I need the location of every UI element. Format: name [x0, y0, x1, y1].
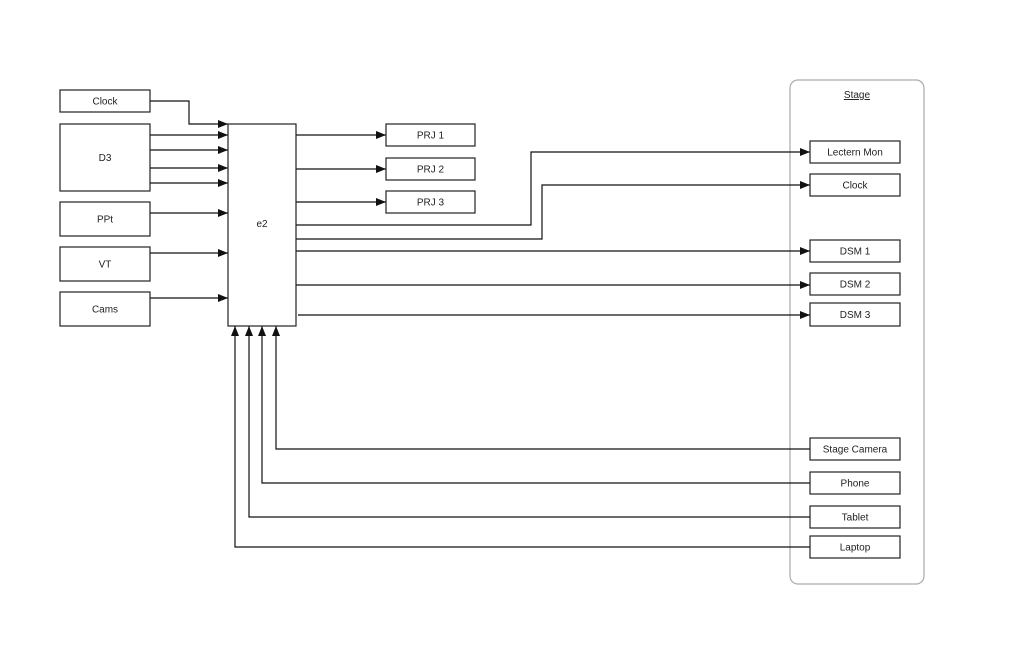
connector-phone-to-e2 — [258, 326, 810, 484]
node-label: PRJ 1 — [417, 131, 445, 142]
node-label: DSM 1 — [840, 247, 871, 258]
node-lectern[interactable]: Lectern Mon — [809, 140, 901, 164]
node-label: DSM 2 — [840, 280, 871, 291]
signal-flow-diagram: Stage Clock D3 PPt VT Cams e2 PRJ 1 PRJ 2 PRJ 3 L… — [59, 79, 925, 585]
node-stage-camera[interactable]: Stage Camera — [809, 437, 901, 461]
node-vt[interactable]: VT — [59, 246, 151, 282]
node-d3[interactable]: D3 — [59, 123, 151, 192]
node-phone[interactable]: Phone — [809, 471, 901, 495]
node-label: Laptop — [840, 543, 871, 554]
stage-title: Stage — [844, 90, 871, 101]
node-label: Phone — [841, 479, 870, 490]
node-label: Clock — [92, 97, 118, 108]
node-prj3[interactable]: PRJ 3 — [385, 190, 476, 214]
node-label: e2 — [256, 219, 268, 230]
node-dsm1[interactable]: DSM 1 — [809, 239, 901, 263]
connector-laptop-to-e2 — [231, 326, 810, 548]
node-label: VT — [99, 260, 112, 271]
node-label: PRJ 3 — [417, 198, 445, 209]
node-label: DSM 3 — [840, 310, 871, 321]
node-e2[interactable]: e2 — [227, 123, 297, 327]
node-label: Cams — [92, 305, 118, 316]
node-label: Stage Camera — [823, 445, 888, 456]
node-label: PPt — [97, 215, 113, 226]
node-laptop[interactable]: Laptop — [809, 535, 901, 559]
node-label: PRJ 2 — [417, 165, 445, 176]
connector-stage-camera-to-e2 — [272, 326, 810, 450]
node-clock-src[interactable]: Clock — [59, 89, 151, 113]
node-label: Lectern Mon — [827, 148, 883, 159]
node-label: Tablet — [842, 513, 869, 524]
node-tablet[interactable]: Tablet — [809, 505, 901, 529]
node-prj2[interactable]: PRJ 2 — [385, 157, 476, 181]
node-dsm3[interactable]: DSM 3 — [809, 302, 901, 327]
node-prj1[interactable]: PRJ 1 — [385, 123, 476, 147]
node-ppt[interactable]: PPt — [59, 201, 151, 237]
node-label: Clock — [842, 181, 868, 192]
connector-e2-to-clock-stage — [296, 181, 810, 240]
connector-tablet-to-e2 — [245, 326, 810, 518]
node-clock-stage[interactable]: Clock — [809, 173, 901, 197]
node-label: D3 — [99, 153, 112, 164]
connector-e2-to-lectern — [296, 148, 810, 226]
connector-clock-src-to-e2 — [150, 100, 228, 128]
node-cams[interactable]: Cams — [59, 291, 151, 327]
node-dsm2[interactable]: DSM 2 — [809, 272, 901, 296]
